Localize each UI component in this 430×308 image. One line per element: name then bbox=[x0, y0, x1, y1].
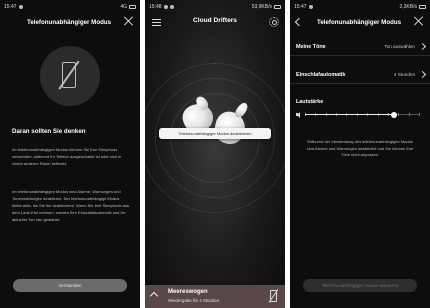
status-bar: 15:47 4G bbox=[4, 3, 136, 11]
volume-slider-fill bbox=[305, 114, 394, 116]
device-name: Cloud Drifters bbox=[193, 17, 237, 24]
settings-screen: 15:47 2,3KB/s Telefonunabhängiger Modus … bbox=[290, 0, 430, 308]
notification-icon bbox=[163, 5, 168, 9]
status-bar: 15:48 53,9KB/s bbox=[149, 3, 281, 11]
disabled-note: Während der Verwendung des telefonunabhä… bbox=[306, 139, 414, 158]
status-bar: 15:47 2,3KB/s bbox=[294, 3, 426, 11]
understood-button[interactable]: Verstanden bbox=[13, 279, 127, 292]
network-label: 4G bbox=[120, 4, 127, 10]
battery-icon bbox=[129, 5, 136, 9]
illustration-circle bbox=[40, 46, 100, 106]
gear-icon[interactable] bbox=[269, 17, 279, 27]
row-label: Meine Töne bbox=[296, 43, 326, 50]
status-time: 15:47 bbox=[294, 4, 307, 10]
enable-mode-button: Telefonunabhängigen Modus aktivieren bbox=[303, 279, 417, 292]
info-paragraph-1: Im telefonunabhängigen Modus können Sie … bbox=[12, 147, 122, 166]
now-playing-title: Meereswogen bbox=[168, 289, 208, 295]
header: Cloud Drifters bbox=[145, 14, 285, 30]
phone-off-icon[interactable] bbox=[270, 290, 277, 302]
settings-row-sleep-timer[interactable]: Einschlafautomatik 4 Stunden bbox=[290, 66, 430, 84]
status-time: 15:47 bbox=[4, 4, 17, 10]
notification-icon bbox=[169, 5, 174, 9]
settings-row-sounds[interactable]: Meine Töne Ton auswählen bbox=[290, 38, 430, 56]
volume-slider[interactable] bbox=[305, 111, 420, 118]
battery-icon bbox=[274, 5, 281, 9]
phone-off-icon bbox=[62, 62, 76, 88]
network-speed: 2,3KB/s bbox=[399, 4, 417, 10]
page-title: Telefonunabhängiger Modus bbox=[27, 18, 112, 26]
status-time: 15:48 bbox=[149, 4, 162, 10]
notification-icon bbox=[308, 5, 313, 9]
disable-tooltip[interactable]: Telefonunabhängiger Modus deaktivieren bbox=[159, 128, 271, 139]
chevron-right-icon bbox=[418, 70, 427, 79]
info-screen: 15:47 4G Telefonunabhängiger Modus Daran… bbox=[0, 0, 140, 308]
volume-label: Lautstärke bbox=[296, 99, 324, 105]
header: Telefonunabhängiger Modus bbox=[290, 14, 430, 30]
network-speed: 53,9KB/s bbox=[251, 4, 272, 10]
now-playing-subtitle: Wiedergabe für 4 Stunden bbox=[168, 298, 220, 303]
chevron-right-icon bbox=[418, 42, 427, 51]
speaker-icon bbox=[296, 111, 301, 118]
player-screen: 15:48 53,9KB/s Cloud Drifters Telefonuna… bbox=[145, 0, 285, 308]
header: Telefonunabhängiger Modus bbox=[0, 14, 140, 30]
row-value: 4 Stunden bbox=[394, 72, 415, 77]
section-heading: Daran sollten Sie denken bbox=[12, 128, 86, 135]
row-value: Ton auswählen bbox=[384, 44, 415, 49]
row-label: Einschlafautomatik bbox=[296, 71, 346, 78]
notification-icon bbox=[18, 5, 23, 9]
battery-icon bbox=[419, 5, 426, 9]
info-paragraph-2: Im telefonunabhängigen Modus sind Alarme… bbox=[12, 189, 130, 222]
volume-slider-thumb[interactable] bbox=[390, 111, 397, 118]
close-icon[interactable] bbox=[124, 16, 134, 26]
now-playing-bar[interactable]: Meereswogen Wiedergabe für 4 Stunden bbox=[145, 285, 285, 308]
page-title: Telefonunabhängiger Modus bbox=[317, 18, 402, 26]
close-icon[interactable] bbox=[414, 16, 424, 26]
chevron-up-icon[interactable] bbox=[149, 291, 159, 301]
